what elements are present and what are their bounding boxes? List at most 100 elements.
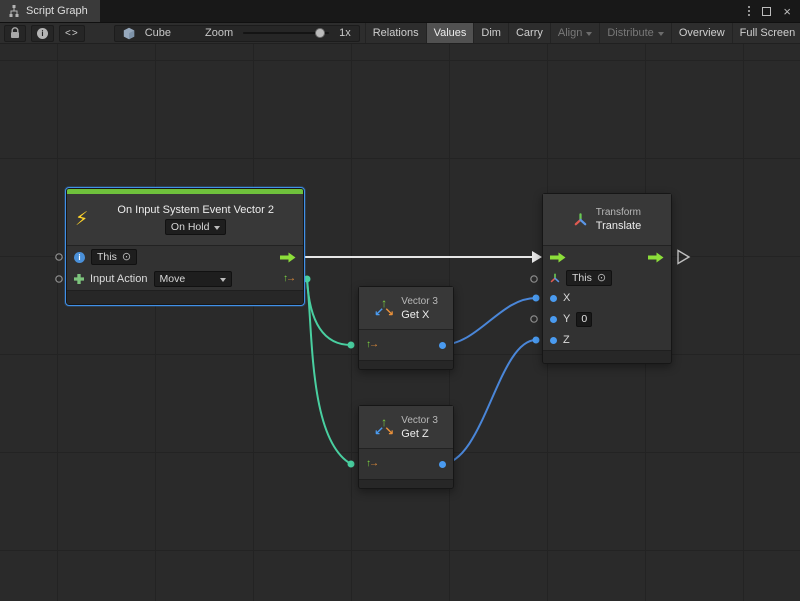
- y-input-port[interactable]: [550, 316, 557, 323]
- window-controls: ×: [748, 0, 800, 22]
- overview-button[interactable]: Overview: [671, 23, 732, 43]
- transform-this-ring-port[interactable]: [531, 276, 537, 282]
- event-mode-dropdown[interactable]: On Hold: [165, 219, 227, 235]
- zoom-label: Zoom: [205, 27, 233, 39]
- node-footer: [543, 350, 671, 363]
- node-category: Transform: [596, 207, 641, 218]
- zoom-value: 1x: [339, 27, 351, 39]
- cube-icon: [123, 27, 135, 40]
- port-z-label: Z: [563, 334, 570, 346]
- vector3-input-port-icon[interactable]: ↑→: [366, 340, 379, 350]
- trigger-output-arrow[interactable]: [280, 252, 296, 263]
- tab-title: Script Graph: [26, 5, 88, 17]
- node-title: Get X: [401, 309, 429, 321]
- getz-value-row: ↑→: [359, 449, 453, 479]
- transform-trigger-out-indicator[interactable]: [678, 251, 689, 264]
- event-this-row: i This ⊙: [67, 246, 303, 268]
- wire-vector2-to-getz[interactable]: [307, 279, 351, 464]
- event-action-row: Input Action Move ↑→: [67, 268, 303, 290]
- zoom-slider[interactable]: [243, 32, 329, 34]
- input-action-icon: [74, 274, 84, 284]
- this-target-dropdown[interactable]: This ⊙: [91, 249, 137, 265]
- wire-vector2-to-getx[interactable]: [307, 279, 351, 345]
- transform-mini-icon: [550, 273, 560, 283]
- event-node-header[interactable]: ⚡ On Input System Event Vector 2 On Hold: [67, 194, 303, 245]
- transform-z-row: Z: [543, 330, 671, 350]
- lock-icon: [10, 27, 20, 39]
- node-title: On Input System Event Vector 2: [117, 204, 274, 216]
- getx-input-port[interactable]: [348, 342, 355, 349]
- transform-this-row: This ⊙: [543, 268, 671, 288]
- node-category: Vector 3: [401, 415, 438, 426]
- toolbar-buttons: Relations Values Dim Carry Align Distrib…: [365, 23, 800, 43]
- vector2-port-icon[interactable]: ↑→: [283, 274, 296, 284]
- carry-button[interactable]: Carry: [508, 23, 550, 43]
- input-action-dropdown[interactable]: Move: [154, 271, 232, 287]
- vector3-icon: ↑ ↙↘: [374, 418, 394, 436]
- close-icon[interactable]: ×: [783, 5, 791, 18]
- graph-toolbar: i <> Cube Zoom 1x Relations Values Dim C…: [0, 22, 800, 44]
- vector3-input-port-icon[interactable]: ↑→: [366, 459, 379, 469]
- distribute-button[interactable]: Distribute: [599, 23, 670, 43]
- lock-button[interactable]: [4, 25, 26, 42]
- float-output-port[interactable]: [439, 342, 446, 349]
- target-picker-icon: ⊙: [122, 252, 131, 262]
- context-object-label[interactable]: Cube: [145, 27, 171, 39]
- float-output-port[interactable]: [439, 461, 446, 468]
- event-this-ring-port[interactable]: [56, 254, 62, 260]
- trigger-input-arrow[interactable]: [550, 252, 566, 263]
- tab-bar: Script Graph ×: [0, 0, 800, 22]
- port-x-label: X: [563, 292, 570, 304]
- node-category: Vector 3: [401, 296, 438, 307]
- graph-canvas[interactable]: ⚡ On Input System Event Vector 2 On Hold…: [0, 44, 800, 601]
- x-input-port[interactable]: [550, 295, 557, 302]
- edit-source-button[interactable]: <>: [59, 25, 85, 42]
- chevron-down-icon: [586, 32, 592, 36]
- getz-header[interactable]: ↑ ↙↘ Vector 3 Get Z: [359, 406, 453, 448]
- inspect-button[interactable]: i: [31, 25, 54, 42]
- event-lightning-icon: ⚡: [75, 210, 88, 229]
- transform-y-row: Y 0: [543, 308, 671, 330]
- node-footer: [67, 290, 303, 304]
- wire-getz-to-transform-z[interactable]: [441, 340, 536, 464]
- transform-x-row: X: [543, 288, 671, 308]
- kebab-menu-icon[interactable]: [748, 6, 750, 16]
- fullscreen-button[interactable]: Full Screen: [732, 23, 800, 43]
- node-transform-translate[interactable]: Transform Translate: [542, 193, 672, 364]
- vector3-icon: ↑ ↙↘: [374, 299, 394, 317]
- object-info-icon: i: [74, 252, 85, 263]
- node-on-input-system-event[interactable]: ⚡ On Input System Event Vector 2 On Hold…: [66, 188, 304, 305]
- node-get-x[interactable]: ↑ ↙↘ Vector 3 Get X ↑→: [358, 286, 454, 370]
- getx-header[interactable]: ↑ ↙↘ Vector 3 Get X: [359, 287, 453, 329]
- transform-header[interactable]: Transform Translate: [543, 194, 671, 245]
- vector2-output-port[interactable]: [304, 276, 311, 283]
- code-icon: <>: [65, 28, 79, 39]
- align-button[interactable]: Align: [550, 23, 599, 43]
- transform-x-port[interactable]: [533, 295, 540, 302]
- zoom-slider-handle[interactable]: [315, 28, 325, 38]
- chevron-down-icon: [214, 226, 220, 230]
- transform-y-ring-port[interactable]: [531, 316, 537, 322]
- input-action-label: Input Action: [90, 273, 148, 285]
- port-y-label: Y: [563, 313, 570, 325]
- chevron-down-icon: [658, 32, 664, 36]
- values-button[interactable]: Values: [426, 23, 474, 43]
- tab-script-graph[interactable]: Script Graph: [0, 0, 100, 22]
- info-icon: i: [37, 28, 48, 39]
- getz-input-port[interactable]: [348, 461, 355, 468]
- z-input-port[interactable]: [550, 337, 557, 344]
- this-target-dropdown[interactable]: This ⊙: [566, 270, 612, 286]
- relations-button[interactable]: Relations: [365, 23, 426, 43]
- transform-gizmo-icon: [573, 212, 588, 227]
- y-value-field[interactable]: 0: [576, 312, 592, 327]
- trigger-output-arrow[interactable]: [648, 252, 664, 263]
- transform-z-port[interactable]: [533, 337, 540, 344]
- event-action-ring-port[interactable]: [56, 276, 62, 282]
- maximize-icon[interactable]: [762, 7, 771, 16]
- node-get-z[interactable]: ↑ ↙↘ Vector 3 Get Z ↑→: [358, 405, 454, 489]
- wire-getx-to-transform-x[interactable]: [441, 298, 536, 345]
- wire-trigger-arrowhead: [532, 251, 542, 263]
- dim-button[interactable]: Dim: [473, 23, 508, 43]
- script-graph-icon: [8, 5, 20, 17]
- target-picker-icon: ⊙: [597, 273, 606, 283]
